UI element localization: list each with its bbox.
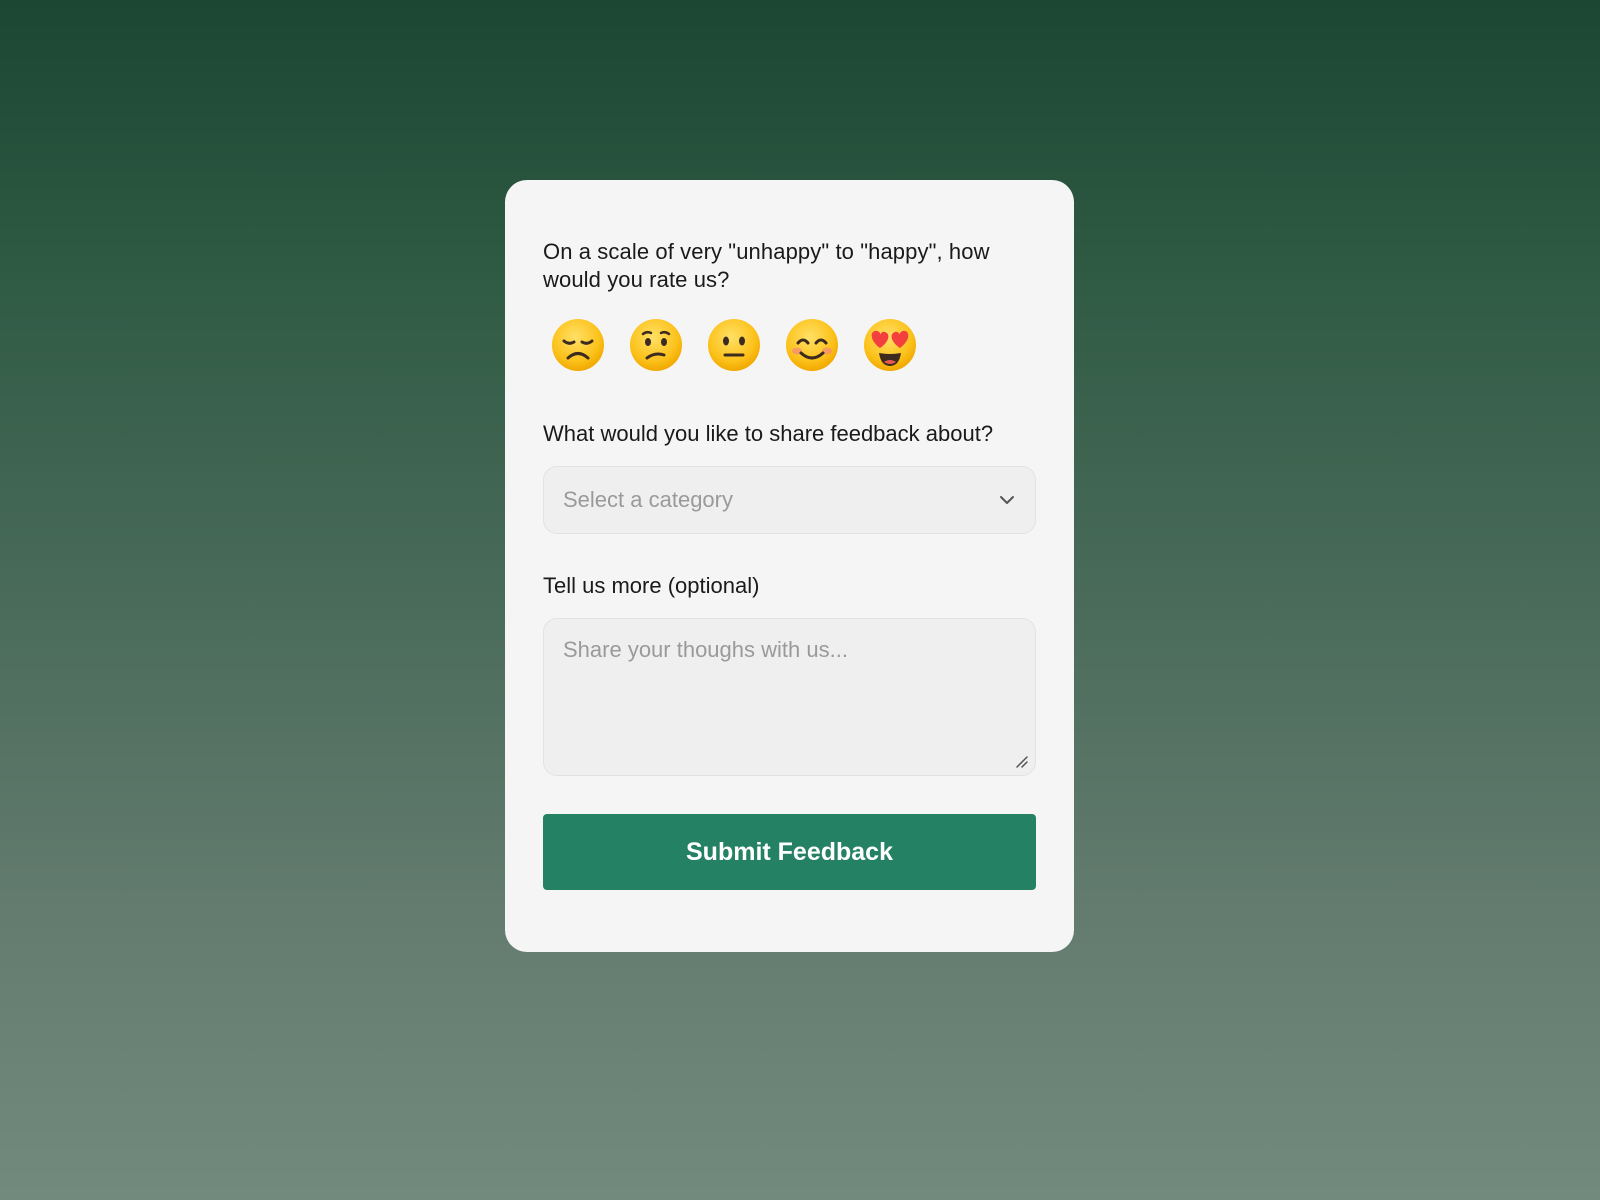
rating-option-neutral[interactable] — [707, 318, 761, 372]
heart-eyes-face-icon — [864, 319, 916, 371]
rating-question: On a scale of very "unhappy" to "happy",… — [543, 239, 990, 292]
feedback-card: On a scale of very "unhappy" to "happy",… — [505, 180, 1074, 952]
rating-option-unhappy[interactable] — [629, 318, 683, 372]
rating-option-happy[interactable] — [785, 318, 839, 372]
chevron-down-icon — [1000, 496, 1014, 504]
category-select[interactable]: Select a category — [543, 466, 1036, 534]
details-placeholder: Share your thoughs with us... — [563, 637, 848, 662]
rating-scale — [551, 318, 1036, 372]
details-textarea[interactable]: Share your thoughs with us... — [543, 618, 1036, 776]
smiling-face-icon — [786, 319, 838, 371]
resize-handle-icon[interactable] — [1015, 755, 1029, 769]
rating-option-very-happy[interactable] — [863, 318, 917, 372]
submit-feedback-button[interactable]: Submit Feedback — [543, 814, 1036, 890]
disappointed-face-icon — [552, 319, 604, 371]
details-label: Tell us more (optional) — [543, 573, 760, 598]
confused-face-icon — [630, 319, 682, 371]
category-label: What would you like to share feedback ab… — [543, 421, 994, 446]
rating-option-very-unhappy[interactable] — [551, 318, 605, 372]
category-select-value: Select a category — [563, 487, 733, 512]
neutral-face-icon — [708, 319, 760, 371]
